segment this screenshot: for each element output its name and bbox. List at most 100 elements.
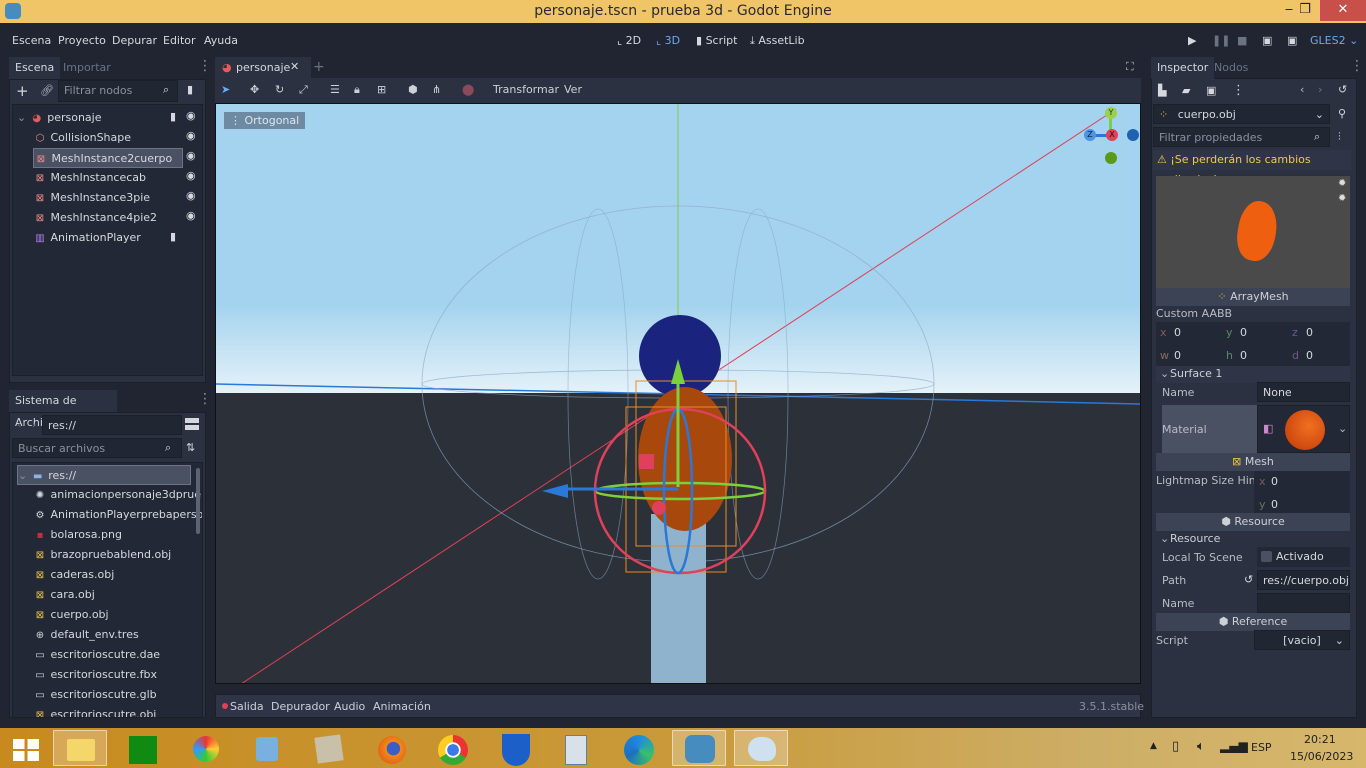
lightmap-x-field[interactable]: 0 xyxy=(1271,475,1278,488)
inspector-menu-icon[interactable]: ⋮ xyxy=(1350,58,1364,74)
menu-ayuda[interactable]: Ayuda xyxy=(204,34,238,47)
file-item[interactable]: ⊠ caderas.obj xyxy=(33,565,202,585)
file-item[interactable]: ⊠ escritorioscutre.obj xyxy=(33,705,202,717)
workspace-script[interactable]: ▮ Script xyxy=(696,34,737,47)
new-resource-icon[interactable]: ▙ xyxy=(1158,84,1166,97)
tab-salida[interactable]: Salida xyxy=(230,700,264,713)
object-properties-icon[interactable]: ⚲ xyxy=(1338,107,1346,120)
local-space-icon[interactable]: ⬢ xyxy=(408,83,418,96)
property-settings-icon[interactable]: ⫶ xyxy=(1338,130,1341,144)
aabb-w-field[interactable]: w0 xyxy=(1156,345,1220,365)
script-icon[interactable]: ▮ xyxy=(170,230,176,243)
file-item[interactable]: ▭ escritorioscutre.fbx xyxy=(33,665,202,685)
clock-time[interactable]: 20:21 xyxy=(1304,733,1336,746)
workspace-assetlib[interactable]: ⤓ AssetLib xyxy=(750,34,805,48)
maximize-button[interactable]: ❐ xyxy=(1290,0,1320,21)
light-2-icon[interactable]: ✹ xyxy=(1338,193,1346,204)
script-icon[interactable]: ▮ xyxy=(170,110,176,123)
scene-node[interactable]: ▥ AnimationPlayer xyxy=(33,228,203,248)
tab-importar[interactable]: Importar xyxy=(57,57,117,79)
play-button[interactable]: ▶ xyxy=(1188,34,1196,47)
file-item[interactable]: ⊕ default_env.tres xyxy=(33,625,202,645)
aabb-z-field[interactable]: z0 xyxy=(1288,322,1352,342)
workspace-3d[interactable]: ⌞ 3D xyxy=(656,34,680,47)
taskbar-chrome[interactable] xyxy=(426,730,480,766)
resource-name-field[interactable] xyxy=(1257,593,1350,613)
taskbar-file-explorer[interactable] xyxy=(53,730,107,766)
filter-properties-input[interactable]: Filtrar propiedades xyxy=(1153,127,1330,147)
scene-panel-menu-icon[interactable]: ⋮ xyxy=(198,58,212,74)
transform-menu[interactable]: Transformar xyxy=(493,83,559,96)
language-indicator[interactable]: ESP xyxy=(1251,741,1272,754)
clock-date[interactable]: 15/06/2023 xyxy=(1290,750,1353,763)
history-back-icon[interactable]: ‹ xyxy=(1300,83,1304,96)
taskbar-notes[interactable] xyxy=(302,730,356,766)
visibility-icon[interactable]: ◉ xyxy=(186,209,196,222)
camera-override-icon[interactable]: ⬤ xyxy=(462,83,474,96)
menu-editor[interactable]: Editor xyxy=(163,34,196,47)
visibility-icon[interactable]: ◉ xyxy=(186,129,196,142)
taskbar-edge[interactable] xyxy=(612,730,666,766)
more-icon[interactable]: ⋮ xyxy=(1232,83,1245,98)
taskbar-media-player[interactable] xyxy=(240,730,294,766)
surface-section[interactable]: ⌄ Surface 1 xyxy=(1156,366,1350,383)
scene-node[interactable]: ⊠ MeshInstance2cuerpo xyxy=(33,148,183,168)
scene-node[interactable]: ⊠ MeshInstance4pie2 xyxy=(33,208,203,228)
pause-button[interactable]: ❚❚ xyxy=(1212,34,1230,47)
open-resource-icon[interactable]: ▰ xyxy=(1182,84,1190,97)
close-tab-icon[interactable]: ✕ xyxy=(290,60,299,73)
start-button[interactable] xyxy=(0,730,54,766)
lightmap-y-field[interactable]: 0 xyxy=(1271,498,1278,511)
menu-proyecto[interactable]: Proyecto xyxy=(58,34,106,47)
gizmo-x-handle[interactable] xyxy=(652,501,666,515)
gizmo-y-button[interactable]: Y xyxy=(1105,107,1117,119)
file-item[interactable]: ▪ bolarosa.png xyxy=(33,525,202,545)
tab-filesystem[interactable]: Sistema de Archivos xyxy=(9,390,117,429)
back-icon[interactable]: ‹ xyxy=(17,418,21,431)
view-menu[interactable]: Ver xyxy=(564,83,582,96)
file-item[interactable]: ⊠ cuerpo.obj xyxy=(33,605,202,625)
visibility-icon[interactable]: ◉ xyxy=(186,169,196,182)
3d-viewport[interactable]: ⋮ Ortogonal Y Z X xyxy=(215,103,1141,684)
taskbar-media-app[interactable] xyxy=(178,730,232,766)
view-mode-button[interactable]: ⋮ Ortogonal xyxy=(224,112,306,129)
volume-icon[interactable]: 🔈︎ xyxy=(1197,739,1205,754)
network-icon[interactable]: ▂▄▆ xyxy=(1220,739,1248,753)
gizmo-neg-y-button[interactable] xyxy=(1105,152,1117,164)
tab-escena[interactable]: Escena xyxy=(9,57,61,79)
script-select[interactable]: [vacio] ⌄ xyxy=(1254,630,1350,650)
scene-node[interactable]: ⊠ MeshInstance3pie xyxy=(33,188,203,208)
link-icon[interactable]: 🔗︎ xyxy=(40,84,54,97)
gizmo-z-arrowhead[interactable] xyxy=(542,484,568,498)
show-hidden-icons[interactable]: ▲ xyxy=(1150,741,1157,751)
tab-nodos[interactable]: Nodos xyxy=(1208,57,1254,79)
material-slot[interactable]: ◧ ⌄ xyxy=(1257,405,1350,453)
group-icon[interactable]: ⊞ xyxy=(377,83,386,96)
taskbar-paint[interactable] xyxy=(734,730,788,766)
scene-node[interactable]: ⬡ CollisionShape xyxy=(33,128,203,148)
resource-section[interactable]: ⌄ Resource xyxy=(1156,531,1350,548)
history-forward-icon[interactable]: › xyxy=(1318,83,1322,96)
menu-escena[interactable]: Escena xyxy=(12,34,51,47)
resource-select[interactable]: ⁘ cuerpo.obj ⌄ xyxy=(1153,104,1330,124)
filter-nodes-input[interactable]: Filtrar nodos xyxy=(58,80,178,102)
list-select-icon[interactable]: ☰ xyxy=(330,83,340,96)
lock-icon[interactable]: 🔒︎ xyxy=(354,83,360,97)
sort-icon[interactable]: ⇅ xyxy=(186,441,195,454)
play-scene-button[interactable]: ▣ xyxy=(1262,34,1272,47)
visibility-icon[interactable]: ◉ xyxy=(186,109,196,122)
surface-name-field[interactable]: None xyxy=(1257,382,1350,402)
menu-depurar[interactable]: Depurar xyxy=(112,34,157,47)
history-icon[interactable]: ↺ xyxy=(1338,83,1347,96)
light-1-icon[interactable]: ✹ xyxy=(1338,178,1346,189)
file-item[interactable]: ⊠ cara.obj xyxy=(33,585,202,605)
file-tree-scrollbar[interactable] xyxy=(196,468,200,534)
scene-node[interactable]: ⊠ MeshInstancecab xyxy=(33,168,203,188)
orientation-gizmo[interactable]: Y Z X xyxy=(1081,105,1140,165)
tab-inspector[interactable]: Inspector xyxy=(1151,57,1215,79)
select-tool-icon[interactable]: ➤ xyxy=(221,83,230,96)
rotate-tool-icon[interactable]: ↻ xyxy=(275,83,284,96)
path-field[interactable]: res://cuerpo.obj xyxy=(1257,570,1350,590)
aabb-d-field[interactable]: d0 xyxy=(1288,345,1352,365)
split-mode-icon[interactable] xyxy=(185,418,199,430)
